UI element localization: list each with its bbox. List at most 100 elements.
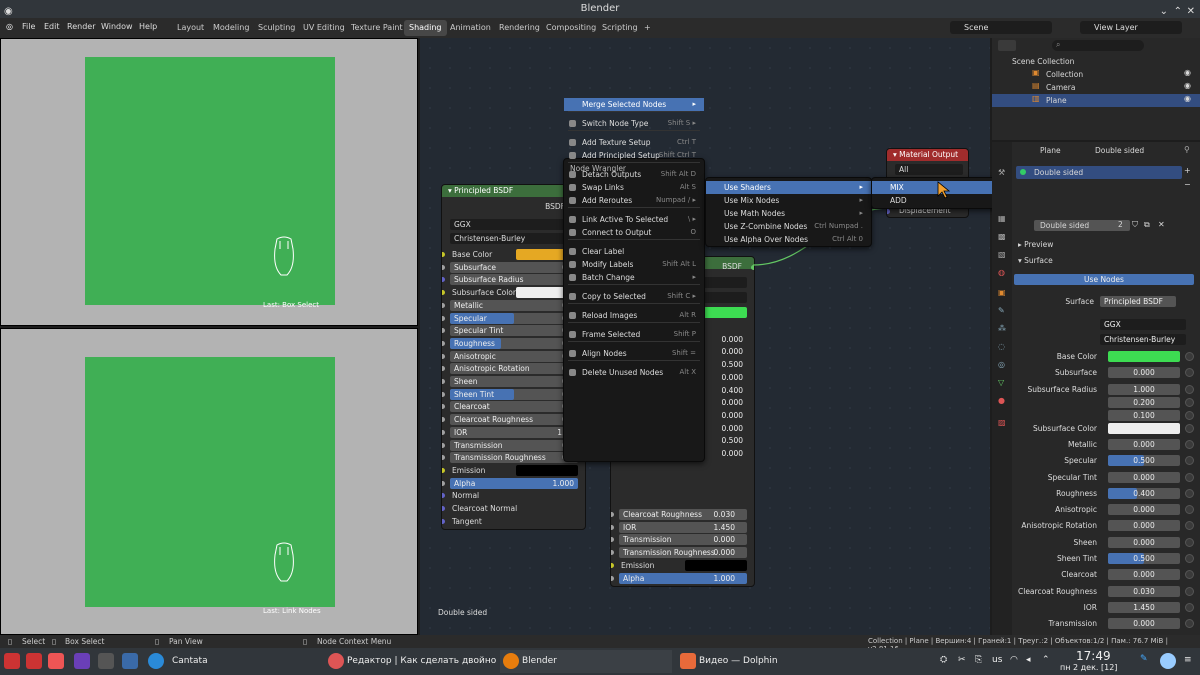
- tab-modeling[interactable]: Modeling: [208, 20, 254, 36]
- view-layer-tab-icon[interactable]: ▧: [998, 250, 1006, 259]
- link-socket-button[interactable]: [1185, 352, 1194, 361]
- taskbar-cantata[interactable]: Cantata: [150, 650, 208, 673]
- taskbar-browser[interactable]: Редактор | Как сделать двойной ...: [325, 650, 497, 673]
- link-socket-button[interactable]: [1185, 521, 1194, 531]
- property-value-field[interactable]: 0.000: [1108, 520, 1180, 532]
- property-value-field[interactable]: 0.000: [1108, 367, 1180, 379]
- view-layer-selector[interactable]: View Layer: [1080, 21, 1182, 34]
- material-tab-icon[interactable]: ●: [998, 396, 1005, 405]
- menu-help[interactable]: Help: [139, 22, 157, 31]
- kde-connect-icon[interactable]: [122, 653, 138, 669]
- menu-item[interactable]: Merge Selected Nodes ▸: [564, 98, 704, 111]
- clock-time[interactable]: 17:49: [1076, 649, 1111, 663]
- material-datablock[interactable]: Double sided: [1034, 220, 1130, 231]
- base-color-swatch[interactable]: [1108, 351, 1180, 362]
- node-input-field[interactable]: Roughness0.4: [450, 337, 578, 349]
- link-socket-button[interactable]: [1185, 505, 1194, 515]
- input-socket[interactable]: [442, 379, 445, 384]
- constraints-tab-icon[interactable]: ◎: [998, 360, 1005, 369]
- tab-sculpting[interactable]: Sculpting: [253, 20, 300, 36]
- network-icon[interactable]: ⛭: [940, 655, 947, 665]
- remove-slot-icon[interactable]: −: [1184, 180, 1191, 189]
- link-socket-button[interactable]: [1185, 602, 1194, 612]
- node-input-field[interactable]: Transmission 0.000: [619, 534, 747, 546]
- taskbar-dolphin[interactable]: Видео — Dolphin: [677, 650, 849, 673]
- image-viewport-top[interactable]: Last: Box Select: [0, 38, 418, 326]
- app-launcher-icon[interactable]: [4, 653, 20, 669]
- input-socket[interactable]: [442, 340, 445, 346]
- link-socket-button[interactable]: [1185, 368, 1194, 378]
- data-tab-icon[interactable]: ▽: [998, 378, 1004, 387]
- node-input-field[interactable]: Transmission0.0: [450, 439, 578, 451]
- link-socket-button[interactable]: [1185, 384, 1194, 394]
- link-socket-button[interactable]: [1185, 570, 1194, 580]
- texture-tab-icon[interactable]: ▨: [998, 418, 1006, 427]
- input-socket[interactable]: [442, 442, 445, 448]
- input-socket[interactable]: [442, 353, 445, 359]
- particles-tab-icon[interactable]: ⁂: [998, 324, 1006, 333]
- wifi-icon[interactable]: ◠: [1010, 655, 1018, 665]
- link-socket-button[interactable]: [1185, 456, 1194, 466]
- property-value-field[interactable]: 0.000: [1108, 504, 1180, 516]
- pin-icon[interactable]: ⚲: [1184, 145, 1190, 154]
- node-input-field[interactable]: Transmission Roughness 0.000: [619, 547, 747, 559]
- tab-animation[interactable]: Animation: [445, 20, 496, 36]
- tab-shading[interactable]: Shading: [404, 20, 447, 36]
- fake-user-icon[interactable]: ⛉: [1132, 220, 1138, 230]
- link-socket-button[interactable]: [1185, 423, 1194, 433]
- input-socket[interactable]: [442, 455, 445, 461]
- tool-tab-icon[interactable]: ⚒: [998, 168, 1005, 177]
- menu-item[interactable]: Connect to Output O: [564, 226, 704, 239]
- property-value-field[interactable]: 0.200: [1108, 396, 1180, 408]
- link-socket-button[interactable]: [1185, 537, 1194, 547]
- menu-item[interactable]: Switch Node Type Shift S ▸: [564, 117, 704, 130]
- property-value-field[interactable]: 0.100: [1108, 409, 1180, 421]
- material-slot[interactable]: Double sided: [1016, 166, 1182, 179]
- subsurface-color-swatch[interactable]: [1108, 422, 1180, 434]
- outliner[interactable]: ⌕ Scene Collection Collection Camera Pla…: [992, 38, 1200, 140]
- menu-item[interactable]: Batch Change ▸: [564, 271, 704, 284]
- link-socket-button[interactable]: [1185, 410, 1194, 420]
- object-tab-icon[interactable]: ▣: [998, 288, 1006, 297]
- unlink-material-icon[interactable]: ✕: [1158, 220, 1165, 229]
- node-input-field[interactable]: Subsurface Radius: [450, 274, 578, 286]
- menu-item[interactable]: Copy to Selected Shift C ▸: [564, 290, 704, 303]
- image-viewport-bottom[interactable]: Last: Link Nodes: [0, 328, 418, 635]
- visibility-eye-icon[interactable]: ◉: [1184, 94, 1191, 103]
- scene-tab-icon[interactable]: ◍: [998, 268, 1005, 277]
- node-input-field[interactable]: Alpha 1.000: [619, 572, 747, 584]
- submenu-item[interactable]: Use Alpha Over Nodes Ctrl Alt 0: [706, 233, 871, 246]
- node-input-field[interactable]: Sheen0.0: [450, 376, 578, 387]
- menu-item[interactable]: Add Reroutes Numpad / ▸: [564, 194, 704, 207]
- clipboard-icon[interactable]: ✂: [958, 655, 966, 665]
- node-header[interactable]: ▾ Material Output: [887, 149, 968, 161]
- emission-color-swatch[interactable]: [685, 559, 747, 571]
- menu-item[interactable]: Detach Outputs Shift Alt D: [564, 168, 704, 181]
- node-input-field[interactable]: Subsurface0.0: [450, 261, 578, 273]
- property-value-field[interactable]: 0.000: [1108, 438, 1180, 450]
- node-input-field[interactable]: Clearcoat0.0: [450, 401, 578, 413]
- pen-icon[interactable]: ✎: [1140, 654, 1148, 664]
- node-input-field[interactable]: Clearcoat Roughness 0.030: [619, 509, 747, 520]
- menu-item[interactable]: Swap Links Alt S: [564, 181, 704, 194]
- menu-render[interactable]: Render: [67, 22, 95, 31]
- outliner-item-camera[interactable]: Camera: [992, 81, 1200, 94]
- node-input-field[interactable]: Specular0.5: [450, 312, 578, 324]
- render-tab-icon[interactable]: ▦: [998, 214, 1006, 223]
- visibility-eye-icon[interactable]: ◉: [1184, 68, 1191, 77]
- add-slot-icon[interactable]: +: [1184, 166, 1191, 175]
- surface-panel-header[interactable]: ▾ Surface: [1018, 256, 1053, 265]
- properties-editor[interactable]: ⚒ ▦ ▩ ▧ ◍ ▣ ✎ ⁂ ◌ ◎ ▽ ● ▨ Plane Double s…: [992, 142, 1200, 635]
- surface-shader-select[interactable]: Principled BSDF: [1100, 296, 1176, 307]
- menu-item[interactable]: Clear Label: [564, 245, 704, 258]
- link-socket-button[interactable]: [1185, 439, 1194, 449]
- link-socket-button[interactable]: [1185, 586, 1194, 596]
- submenu-item[interactable]: Use Z-Combine Nodes Ctrl Numpad .: [706, 220, 871, 233]
- settings-app-icon[interactable]: [48, 653, 64, 669]
- property-value-field[interactable]: 0.030: [1108, 585, 1180, 597]
- input-socket[interactable]: [442, 302, 445, 308]
- input-socket[interactable]: [442, 366, 445, 372]
- subsurface-method-select[interactable]: Christensen-Burley: [450, 233, 578, 244]
- distribution-select[interactable]: GGX: [450, 219, 578, 230]
- input-socket[interactable]: [442, 277, 445, 283]
